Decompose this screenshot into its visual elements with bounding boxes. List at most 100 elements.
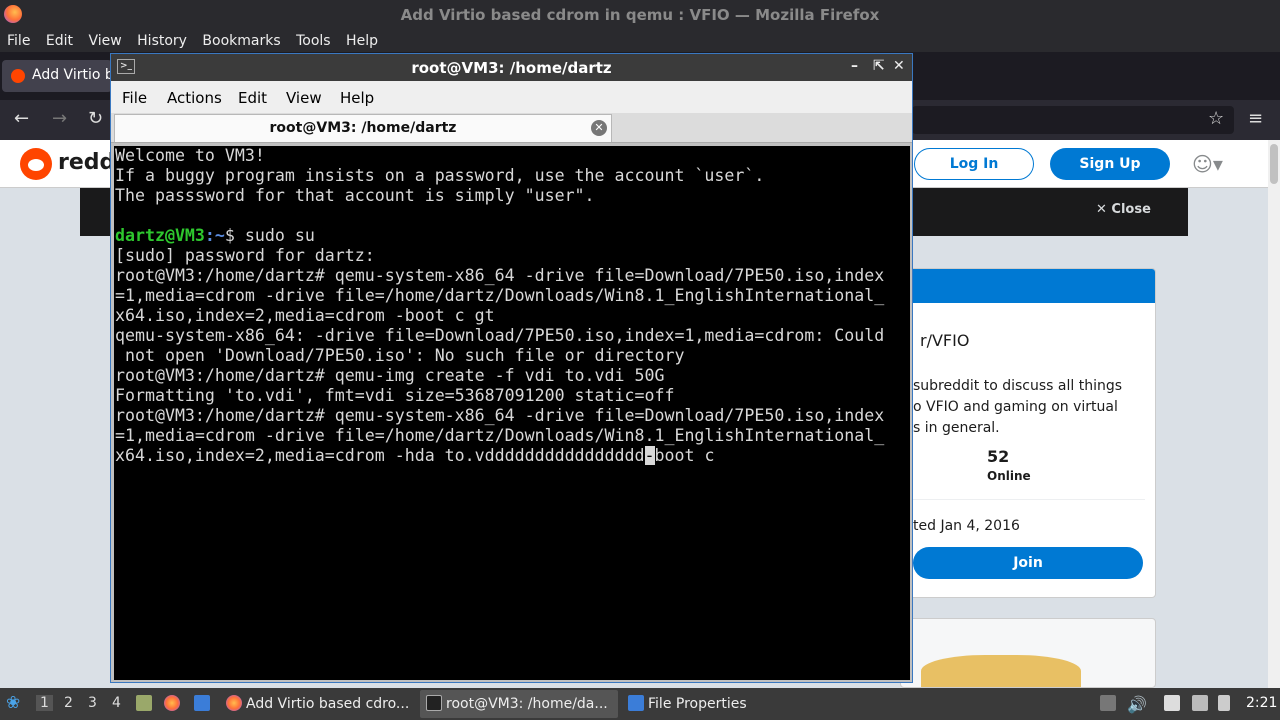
term-menu-help[interactable]: Help xyxy=(340,89,374,107)
terminal-menubar: File Actions Edit View Help xyxy=(111,81,912,113)
back-arrow-icon[interactable]: ← xyxy=(14,108,29,129)
ff-menu-tools[interactable]: Tools xyxy=(296,30,331,52)
text-cursor: - xyxy=(644,446,655,465)
close-button[interactable]: ✕ Close xyxy=(1096,202,1151,217)
subreddit-description: subreddit to discuss all things o VFIO a… xyxy=(913,378,1123,436)
terminal-line: Formatting 'to.vdi', fmt=vdi size=536870… xyxy=(115,386,675,405)
doge-image xyxy=(921,655,1081,687)
user-menu-icon[interactable]: ☺▾ xyxy=(1192,152,1223,176)
join-button[interactable]: Join xyxy=(913,547,1143,579)
task-file-properties[interactable]: File Properties xyxy=(622,690,802,718)
terminal-icon xyxy=(426,695,442,711)
minimize-icon[interactable]: – xyxy=(851,58,858,74)
terminal-output[interactable]: Welcome to VM3! If a buggy program insist… xyxy=(114,146,910,680)
prompt-path: :~ xyxy=(204,226,225,245)
ff-menu-bookmarks[interactable]: Bookmarks xyxy=(202,30,280,52)
show-desktop-icon[interactable] xyxy=(136,695,156,712)
tab-close-icon[interactable]: ✕ xyxy=(591,120,607,136)
terminal-line: The passsword for that account is simply… xyxy=(115,186,595,205)
login-button[interactable]: Log In xyxy=(914,148,1034,180)
volume-icon[interactable]: 🔊 xyxy=(1127,695,1147,714)
terminal-line: root@VM3:/home/dartz# qemu-system-x86_64… xyxy=(115,266,885,285)
online-label: Online xyxy=(987,469,1031,483)
ff-menu-view[interactable]: View xyxy=(88,30,121,52)
firefox-launcher-icon[interactable] xyxy=(164,695,184,712)
terminal-line: root@VM3:/home/dartz# qemu-system-x86_64… xyxy=(115,406,885,425)
reload-icon[interactable]: ↻ xyxy=(88,108,103,129)
workspace-1[interactable]: 1 xyxy=(36,695,53,711)
terminal-line: [sudo] password for dartz: xyxy=(115,246,375,265)
task-terminal[interactable]: root@VM3: /home/da... xyxy=(420,690,618,718)
firefox-window-title: Add Virtio based cdrom in qemu : VFIO — … xyxy=(400,6,880,24)
eject-icon[interactable] xyxy=(1100,695,1120,712)
term-menu-actions[interactable]: Actions xyxy=(167,89,222,107)
terminal-prompt-line: dartz@VM3:~$ sudo su xyxy=(115,226,910,246)
terminal-titlebar[interactable]: >_ root@VM3: /home/dartz – ⇱ ✕ xyxy=(111,54,912,81)
workspace-4[interactable]: 4 xyxy=(112,695,121,711)
ff-menu-history[interactable]: History xyxy=(137,30,187,52)
close-label: Close xyxy=(1111,202,1151,217)
divider xyxy=(913,499,1145,500)
term-menu-view[interactable]: View xyxy=(286,89,322,107)
terminal-window-title: root@VM3: /home/dartz xyxy=(411,59,612,77)
terminal-tabbar: root@VM3: /home/dartz ✕ xyxy=(111,113,912,143)
terminal-text: Welcome to VM3! If a buggy program insist… xyxy=(115,146,910,466)
terminal-line: Welcome to VM3! xyxy=(115,146,265,165)
term-menu-file[interactable]: File xyxy=(122,89,147,107)
prompt-command: $ sudo su xyxy=(224,226,315,245)
firefox-titlebar: Add Virtio based cdrom in qemu : VFIO — … xyxy=(0,0,1280,30)
terminal-line: =1,media=cdrom -drive file=/home/dartz/D… xyxy=(115,426,885,445)
terminal-line: root@VM3:/home/dartz# qemu-img create -f… xyxy=(115,366,665,385)
workspace-3[interactable]: 3 xyxy=(88,695,97,711)
workspace-2[interactable]: 2 xyxy=(64,695,73,711)
signup-button[interactable]: Sign Up xyxy=(1050,148,1170,180)
start-menu-icon[interactable]: ❀ xyxy=(6,693,20,713)
task-label: Add Virtio based cdro... xyxy=(246,696,410,712)
firefox-menubar: File Edit View History Bookmarks Tools H… xyxy=(0,30,1280,52)
folder-icon xyxy=(628,695,644,711)
community-art-card xyxy=(900,618,1156,688)
terminal-tab[interactable]: root@VM3: /home/dartz ✕ xyxy=(114,114,612,142)
task-label: root@VM3: /home/da... xyxy=(446,696,608,712)
network-icon[interactable] xyxy=(1192,695,1212,712)
online-count: 52 xyxy=(987,447,1010,466)
maximize-icon[interactable]: ⇱ xyxy=(873,58,885,74)
task-label: File Properties xyxy=(648,696,747,712)
terminal-line: qemu-system-x86_64: -drive file=Download… xyxy=(115,326,885,345)
terminal-cursor-line: x64.iso,index=2,media=cdrom -hda to.vddd… xyxy=(115,446,910,466)
firefox-tab[interactable]: Add Virtio b xyxy=(2,60,112,92)
scrollbar-thumb[interactable] xyxy=(1270,144,1278,184)
terminal-tab-label: root@VM3: /home/dartz xyxy=(269,120,457,136)
term-menu-edit[interactable]: Edit xyxy=(238,89,267,107)
task-firefox[interactable]: Add Virtio based cdro... xyxy=(220,690,416,718)
terminal-line: If a buggy program insists on a password… xyxy=(115,166,765,185)
card-banner xyxy=(901,269,1155,303)
url-bar[interactable] xyxy=(912,106,1234,134)
terminal-line: =1,media=cdrom -drive file=/home/dartz/D… xyxy=(115,286,885,305)
close-icon: ✕ xyxy=(1096,202,1112,217)
terminal-window: >_ root@VM3: /home/dartz – ⇱ ✕ File Acti… xyxy=(110,53,913,683)
reddit-logo-icon[interactable] xyxy=(20,148,52,180)
ff-menu-edit[interactable]: Edit xyxy=(46,30,73,52)
subreddit-name[interactable]: r/VFIO xyxy=(920,331,969,350)
subreddit-about-card: r/VFIO subreddit to discuss all things o… xyxy=(900,268,1156,598)
reddit-favicon-icon xyxy=(11,69,25,83)
clock[interactable]: 2:21 xyxy=(1246,695,1277,711)
battery-icon[interactable] xyxy=(1218,695,1234,712)
clipboard-icon[interactable] xyxy=(1164,695,1184,712)
taskbar: ❀ 1 2 3 4 Add Virtio based cdro... root@… xyxy=(0,688,1280,720)
window-close-icon[interactable]: ✕ xyxy=(893,58,905,74)
bookmark-star-icon[interactable]: ☆ xyxy=(1208,108,1224,129)
forward-arrow-icon[interactable]: → xyxy=(52,108,67,129)
prompt-user: dartz@VM3 xyxy=(115,226,205,245)
ff-menu-file[interactable]: File xyxy=(7,30,30,52)
terminal-line: not open 'Download/7PE50.iso': No such f… xyxy=(115,346,685,365)
page-scrollbar[interactable] xyxy=(1268,140,1280,688)
file-manager-launcher-icon[interactable] xyxy=(194,695,214,712)
firefox-icon xyxy=(226,695,242,711)
ff-menu-help[interactable]: Help xyxy=(346,30,378,52)
terminal-line: x64.iso,index=2,media=cdrom -boot c gt xyxy=(115,306,495,325)
hamburger-menu-icon[interactable]: ≡ xyxy=(1248,108,1263,129)
created-date: ted Jan 4, 2016 xyxy=(913,518,1020,534)
